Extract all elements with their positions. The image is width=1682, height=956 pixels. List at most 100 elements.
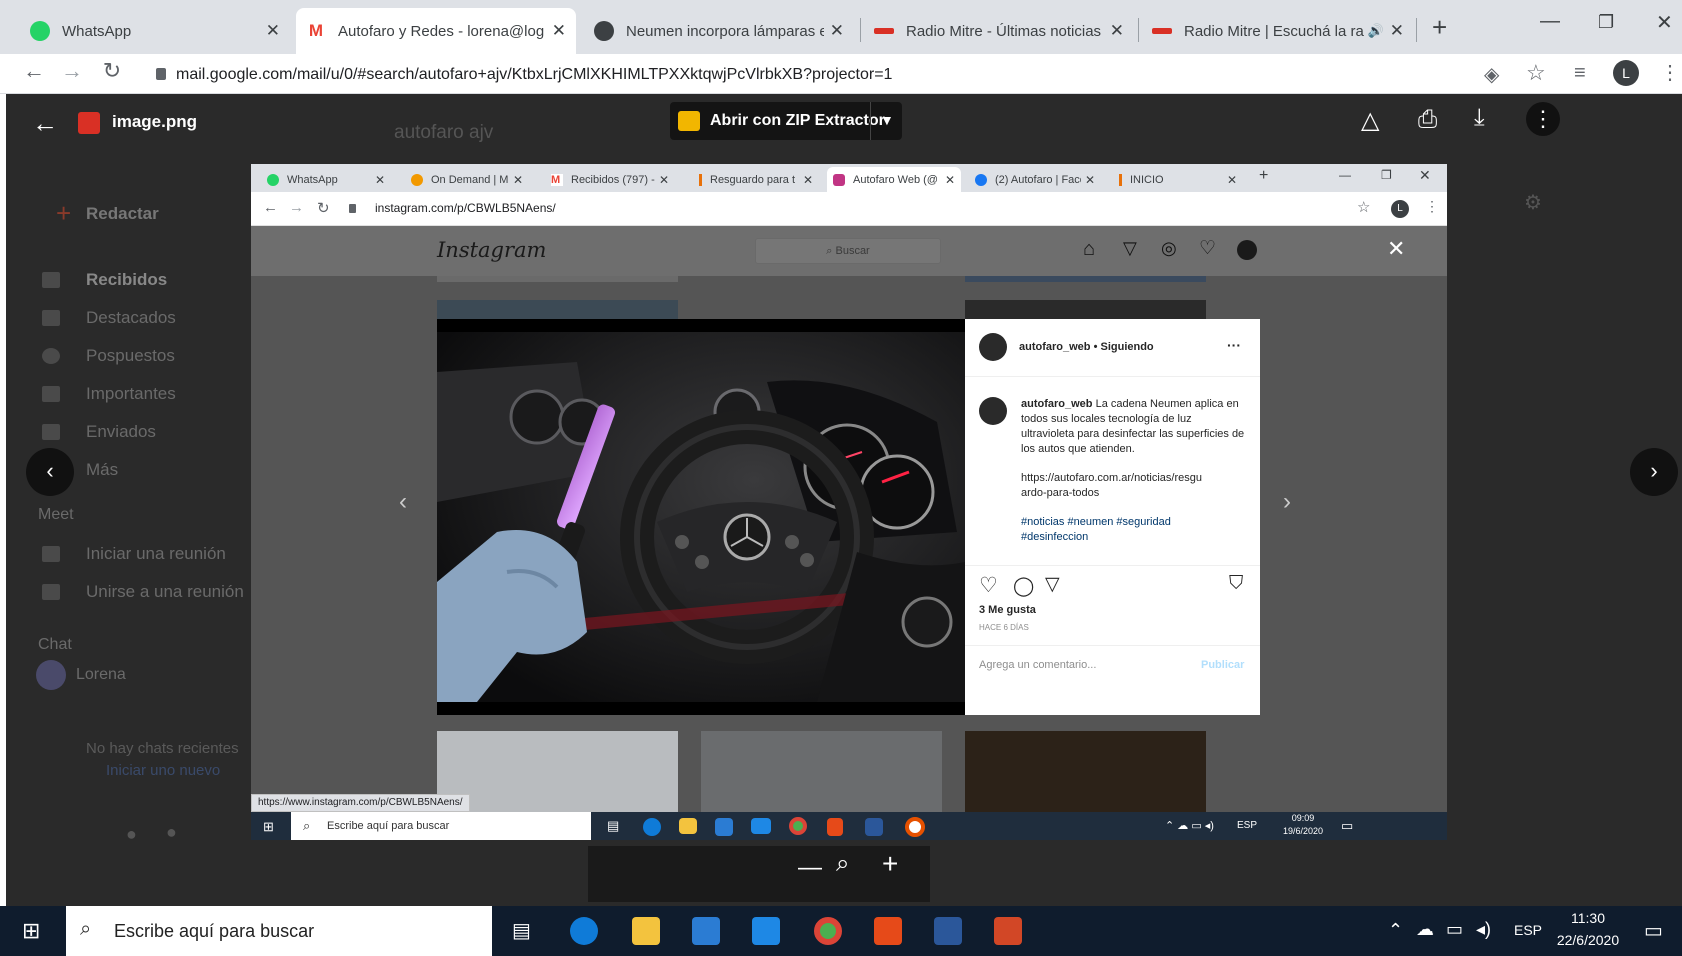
like-heart-icon: ♡ [979, 574, 998, 597]
store-icon[interactable] [692, 917, 720, 945]
nav-mas: Más [86, 460, 119, 479]
reload-icon[interactable]: ↻ [96, 58, 128, 84]
instagram-search: ⌕ Buscar [755, 238, 941, 264]
star-icon [42, 310, 60, 326]
browser-tab-strip: WhatsApp ✕ M Autofaro y Redes - lorena@l… [0, 0, 1682, 54]
network-icon[interactable]: ▭ [1446, 919, 1463, 940]
post-hashtags: #noticias #neumen #seguridad #desinfeccio… [1021, 515, 1171, 545]
inbox-icon [42, 272, 60, 288]
new-tab-icon[interactable]: + [1432, 12, 1447, 43]
close-tab-icon[interactable]: ✕ [830, 21, 844, 41]
clock-date[interactable]: 22/6/2020 [1546, 932, 1630, 948]
taskbar-search[interactable]: ⌕ Escribe aquí para buscar [66, 906, 492, 956]
volume-icon[interactable]: ◂) [1476, 919, 1491, 940]
forward-icon[interactable]: → [56, 58, 88, 84]
tab-neumen[interactable]: Neumen incorpora lámparas e ✕ [584, 8, 854, 54]
onedrive-icon[interactable]: ☁ [1416, 919, 1434, 940]
restore-icon[interactable]: ❐ [1598, 12, 1614, 33]
chrome-icon[interactable] [814, 917, 842, 945]
tab-separator [1416, 18, 1417, 42]
zoom-out-icon[interactable]: — [798, 854, 822, 882]
inner-tab-facebook: (2) Autofaro | Face ✕ [969, 167, 1101, 192]
action-center-icon[interactable]: ▭ [1644, 918, 1663, 943]
divider [965, 376, 1260, 377]
media-queue-icon[interactable]: ≡ [1574, 62, 1586, 85]
profile-avatar[interactable]: L [1613, 60, 1639, 86]
audio-playing-icon[interactable]: 🔊 [1368, 23, 1384, 39]
tab-radio-mitre-escucha[interactable]: Radio Mitre | Escuchá la ra 🔊 ✕ [1142, 8, 1414, 54]
close-tab-icon[interactable]: ✕ [266, 21, 280, 41]
inner-tab-on-demand: On Demand | Me ✕ [405, 167, 529, 192]
direct-icon: ▽ [1123, 238, 1137, 258]
post-caption: autofaro_web La cadena Neumen aplica en … [1021, 397, 1247, 457]
office-icon[interactable] [874, 917, 902, 945]
input-language[interactable]: ESP [1514, 922, 1542, 938]
tab-radio-mitre-noticias[interactable]: Radio Mitre - Últimas noticias ✕ [864, 8, 1134, 54]
instagram-logo: Instagram [437, 238, 547, 262]
post-photo [437, 332, 965, 702]
post-author: autofaro_web • Siguiendo [1019, 341, 1154, 353]
window-close-icon[interactable]: ✕ [1656, 10, 1673, 35]
lock-icon [156, 68, 166, 80]
tab-title: Autofaro Web (@ [853, 173, 938, 186]
next-post-icon: › [1283, 488, 1291, 515]
task-view-icon[interactable]: ▤ [512, 918, 531, 943]
word-icon[interactable] [934, 917, 962, 945]
windows-start-icon[interactable]: ⊞ [22, 918, 40, 944]
add-to-drive-icon[interactable]: △ [1361, 106, 1379, 135]
edge-icon [643, 818, 661, 836]
more-options-icon[interactable]: ⋮ [1526, 102, 1560, 136]
hashtags-line-1: #noticias #neumen #seguridad [1021, 516, 1171, 528]
menu-kebab-icon[interactable]: ⋮ [1660, 60, 1680, 85]
file-explorer-icon[interactable] [632, 917, 660, 945]
tab-title: Autofaro y Redes - lorena@log [338, 22, 545, 40]
minimize-icon[interactable]: — [1540, 10, 1560, 33]
site-icon [411, 173, 423, 186]
zoom-in-icon[interactable]: + [882, 848, 898, 880]
windows-start-icon: ⊞ [263, 819, 274, 834]
inner-clock-date: 19/6/2020 [1282, 826, 1324, 836]
next-image-icon[interactable]: › [1630, 448, 1678, 496]
nav-destacados: Destacados [86, 308, 176, 327]
eye-icon[interactable]: ◈ [1484, 62, 1499, 87]
url-field[interactable]: mail.google.com/mail/u/0/#search/autofar… [156, 60, 1456, 90]
close-tab-icon[interactable]: ✕ [552, 21, 566, 41]
download-icon[interactable]: ⤓ [1474, 104, 1485, 132]
powerpoint-icon[interactable] [994, 917, 1022, 945]
back-icon[interactable]: ← [18, 58, 50, 84]
grid-thumbnail [965, 300, 1206, 320]
clock-time[interactable]: 11:30 [1556, 910, 1620, 926]
save-bookmark-icon: ⛉ [1229, 573, 1244, 594]
chrome-icon [789, 817, 807, 835]
close-tab-icon: ✕ [374, 172, 385, 187]
tab-gmail[interactable]: M Autofaro y Redes - lorena@log ✕ [296, 8, 576, 54]
zoom-icon[interactable]: ⌕ [836, 850, 849, 878]
minimize-icon: — [1339, 168, 1351, 182]
viewer-back-icon[interactable]: ← [32, 108, 58, 139]
print-icon[interactable]: ⎙ [1418, 106, 1437, 134]
inner-search-box: Escribe aquí para buscar [291, 812, 591, 840]
instagram-header: Instagram ⌕ Buscar ⌂ ▽ ◎ ♡ ✕ [251, 226, 1447, 276]
close-tab-icon[interactable]: ✕ [1390, 21, 1404, 41]
tab-whatsapp[interactable]: WhatsApp ✕ [20, 8, 290, 54]
open-with-button[interactable]: Abrir con ZIP Extractor ▼ [670, 102, 902, 140]
whatsapp-icon [267, 173, 279, 186]
inner-tab-whatsapp: WhatsApp ✕ [261, 167, 391, 192]
chevron-down-icon[interactable]: ▼ [880, 112, 894, 128]
radio-mitre-icon [874, 28, 894, 34]
close-tab-icon: ✕ [658, 172, 669, 187]
likes-count: 3 Me gusta [979, 604, 1036, 616]
site-icon [1119, 173, 1122, 186]
start-new-chat-link: Iniciar uno nuevo [106, 762, 221, 779]
mail-icon[interactable] [752, 917, 780, 945]
grid-thumbnail-white-car [437, 731, 678, 812]
bookmark-star-icon[interactable]: ☆ [1526, 60, 1546, 86]
send-icon [42, 424, 60, 440]
close-tab-icon[interactable]: ✕ [1110, 21, 1124, 41]
previous-image-icon[interactable]: ‹ [26, 448, 74, 496]
bookmark-star-icon: ☆ [1357, 199, 1371, 216]
edge-icon[interactable] [570, 917, 598, 945]
tray-chevron-up-icon[interactable]: ⌃ [1388, 920, 1403, 941]
image-file-icon [78, 112, 100, 134]
gmail-icon: M [306, 21, 326, 41]
